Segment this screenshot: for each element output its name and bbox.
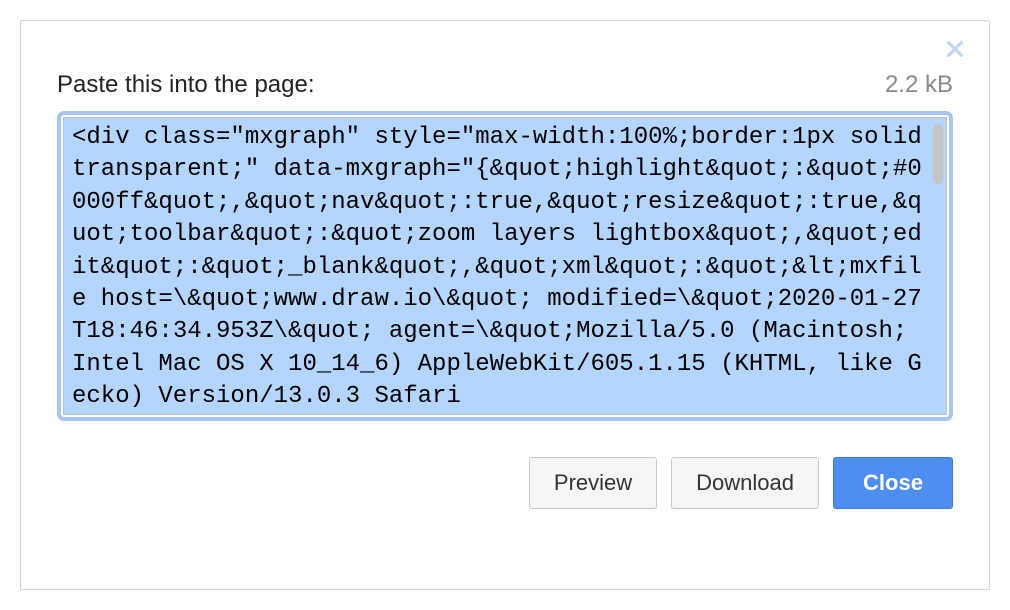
code-textarea-focus-ring: <div class="mxgraph" style="max-width:10… [57,111,953,421]
close-icon[interactable] [943,37,967,61]
button-row: Preview Download Close [57,457,953,509]
preview-button[interactable]: Preview [529,457,657,509]
scrollbar-thumb[interactable] [933,124,943,184]
code-textarea[interactable]: <div class="mxgraph" style="max-width:10… [63,117,947,415]
dialog-title: Paste this into the page: [57,71,315,99]
download-button[interactable]: Download [671,457,819,509]
embed-dialog: Paste this into the page: 2.2 kB <div cl… [20,20,990,590]
code-content[interactable]: <div class="mxgraph" style="max-width:10… [64,118,946,414]
close-button[interactable]: Close [833,457,953,509]
x-icon [944,38,966,60]
size-label: 2.2 kB [885,71,953,99]
dialog-header: Paste this into the page: 2.2 kB [57,71,953,99]
